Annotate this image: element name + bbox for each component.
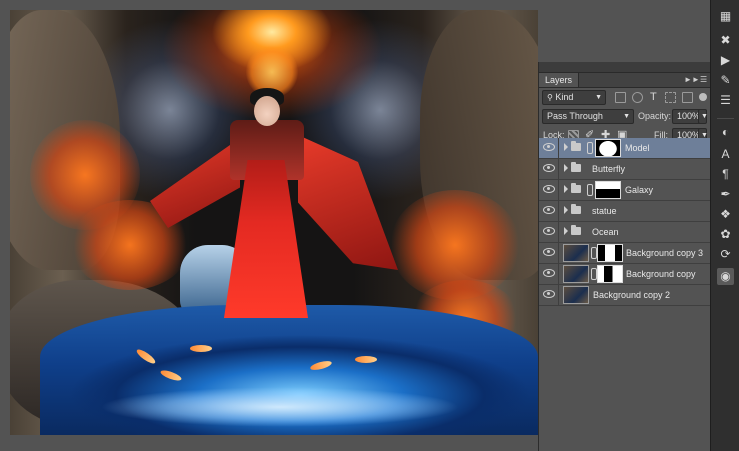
panel-menu-icon[interactable]: ☰ — [700, 73, 707, 87]
blend-mode-select[interactable]: Pass Through ▼ — [542, 109, 634, 124]
blend-mode-value: Pass Through — [547, 111, 603, 121]
layer-name: Model — [625, 143, 650, 153]
tab-layers[interactable]: Layers — [539, 73, 580, 87]
expand-arrow-icon[interactable] — [564, 164, 568, 172]
play-icon[interactable]: ▶ — [717, 52, 734, 69]
layer-mask-thumbnail[interactable] — [595, 181, 621, 199]
layer-row-galaxy[interactable]: Galaxy — [539, 180, 711, 201]
search-icon: ⚲ — [547, 93, 553, 102]
layers-icon[interactable]: ◉ — [717, 268, 734, 285]
layer-name: Background copy 2 — [593, 290, 671, 300]
eye-icon[interactable] — [543, 269, 555, 277]
layer-row-butterfly[interactable]: Butterfly — [539, 159, 711, 180]
paragraph-icon[interactable]: ¶ — [717, 166, 734, 183]
filter-pixel-icon[interactable] — [615, 92, 626, 103]
collapse-icon[interactable]: ►► — [684, 73, 700, 87]
document-canvas[interactable] — [10, 10, 538, 435]
folder-icon — [571, 204, 581, 214]
chevron-down-icon: ▼ — [595, 94, 602, 101]
eye-icon[interactable] — [543, 164, 555, 172]
filter-adjustment-icon[interactable] — [632, 92, 643, 103]
brush-presets-icon[interactable]: ✖ — [717, 32, 734, 49]
expand-arrow-icon[interactable] — [564, 185, 568, 193]
layer-row-statue[interactable]: statue — [539, 201, 711, 222]
paths-icon[interactable]: ⟳ — [717, 246, 734, 263]
layer-mask-thumbnail[interactable] — [597, 265, 623, 283]
layer-row-background-copy-3[interactable]: Background copy 3 — [539, 243, 711, 264]
eye-icon[interactable] — [543, 290, 555, 298]
layer-thumbnail[interactable] — [563, 244, 589, 262]
panel-tab-bar: Layers ►► ☰ — [539, 73, 711, 88]
panel-dock: ▦ ✖ ▶ ✎ ☰ ◐ A ¶ ✒ ❖ ✿ ⟳ ◉ — [710, 0, 739, 451]
filter-toggle-icon[interactable] — [699, 93, 707, 101]
left-sleeve — [150, 138, 240, 228]
layer-row-background-copy-2[interactable]: Background copy 2 — [539, 285, 711, 306]
layer-name: Butterfly — [592, 164, 626, 174]
layers-panel: Layers ►► ☰ ⚲ Kind ▼ T Pass Through ▼ Op… — [538, 62, 711, 451]
adjustments-icon[interactable]: ◐ — [717, 124, 734, 141]
layer-row-ocean[interactable]: Ocean — [539, 222, 711, 243]
link-icon[interactable] — [587, 184, 593, 196]
toolbar-divider — [717, 118, 734, 119]
expand-arrow-icon[interactable] — [564, 206, 568, 214]
expand-arrow-icon[interactable] — [564, 227, 568, 235]
styles-icon[interactable]: ✿ — [717, 226, 734, 243]
eye-icon[interactable] — [543, 248, 555, 256]
opacity-label: Opacity: — [638, 111, 672, 121]
opacity-value: 100% — [677, 111, 701, 121]
layer-name: Background copy 3 — [626, 248, 704, 258]
opacity-slider-button[interactable]: ▼ — [698, 109, 708, 124]
clone-source-icon[interactable]: ❖ — [717, 206, 734, 223]
layer-name: statue — [592, 206, 617, 216]
layer-mask-thumbnail[interactable] — [597, 244, 623, 262]
koi-fish-2 — [190, 345, 212, 352]
filter-smartobject-icon[interactable] — [682, 92, 693, 103]
expand-arrow-icon[interactable] — [564, 143, 568, 151]
right-sleeve — [298, 135, 398, 270]
model-head — [254, 96, 280, 126]
chevron-down-icon: ▼ — [623, 113, 630, 120]
layer-row-model[interactable]: Model — [539, 138, 711, 159]
eye-icon[interactable] — [543, 185, 555, 193]
koi-fish-4 — [355, 356, 377, 363]
character-icon[interactable]: A — [717, 146, 734, 163]
filter-type-icon[interactable]: T — [650, 91, 657, 103]
notes-icon[interactable]: ✎ — [717, 72, 734, 89]
layer-comps-icon[interactable]: ▦ — [717, 8, 734, 25]
eye-icon[interactable] — [543, 227, 555, 235]
blend-row: Pass Through ▼ Opacity: 100% ▼ — [539, 107, 711, 125]
filter-kind-value: Kind — [555, 92, 574, 102]
folder-icon — [571, 141, 581, 151]
layer-name: Galaxy — [625, 185, 654, 195]
folder-icon — [571, 183, 581, 193]
water-foam — [100, 387, 460, 427]
link-icon[interactable] — [587, 142, 593, 154]
filter-row: ⚲ Kind ▼ T — [539, 88, 711, 106]
eye-icon[interactable] — [543, 206, 555, 214]
brush-icon[interactable]: ✒ — [717, 186, 734, 203]
folder-icon — [571, 162, 581, 172]
filter-kind-select[interactable]: ⚲ Kind ▼ — [542, 90, 606, 105]
layer-name: Background copy — [626, 269, 696, 279]
layer-name: Ocean — [592, 227, 619, 237]
layer-thumbnail[interactable] — [563, 286, 589, 304]
layer-row-background-copy[interactable]: Background copy — [539, 264, 711, 285]
layer-thumbnail[interactable] — [563, 265, 589, 283]
filter-shape-icon[interactable] — [665, 92, 676, 103]
history-icon[interactable]: ☰ — [717, 92, 734, 109]
folder-icon — [571, 225, 581, 235]
panel-collapse-bar[interactable] — [539, 62, 711, 73]
eye-icon[interactable] — [543, 143, 555, 151]
layer-mask-thumbnail[interactable] — [595, 139, 621, 157]
